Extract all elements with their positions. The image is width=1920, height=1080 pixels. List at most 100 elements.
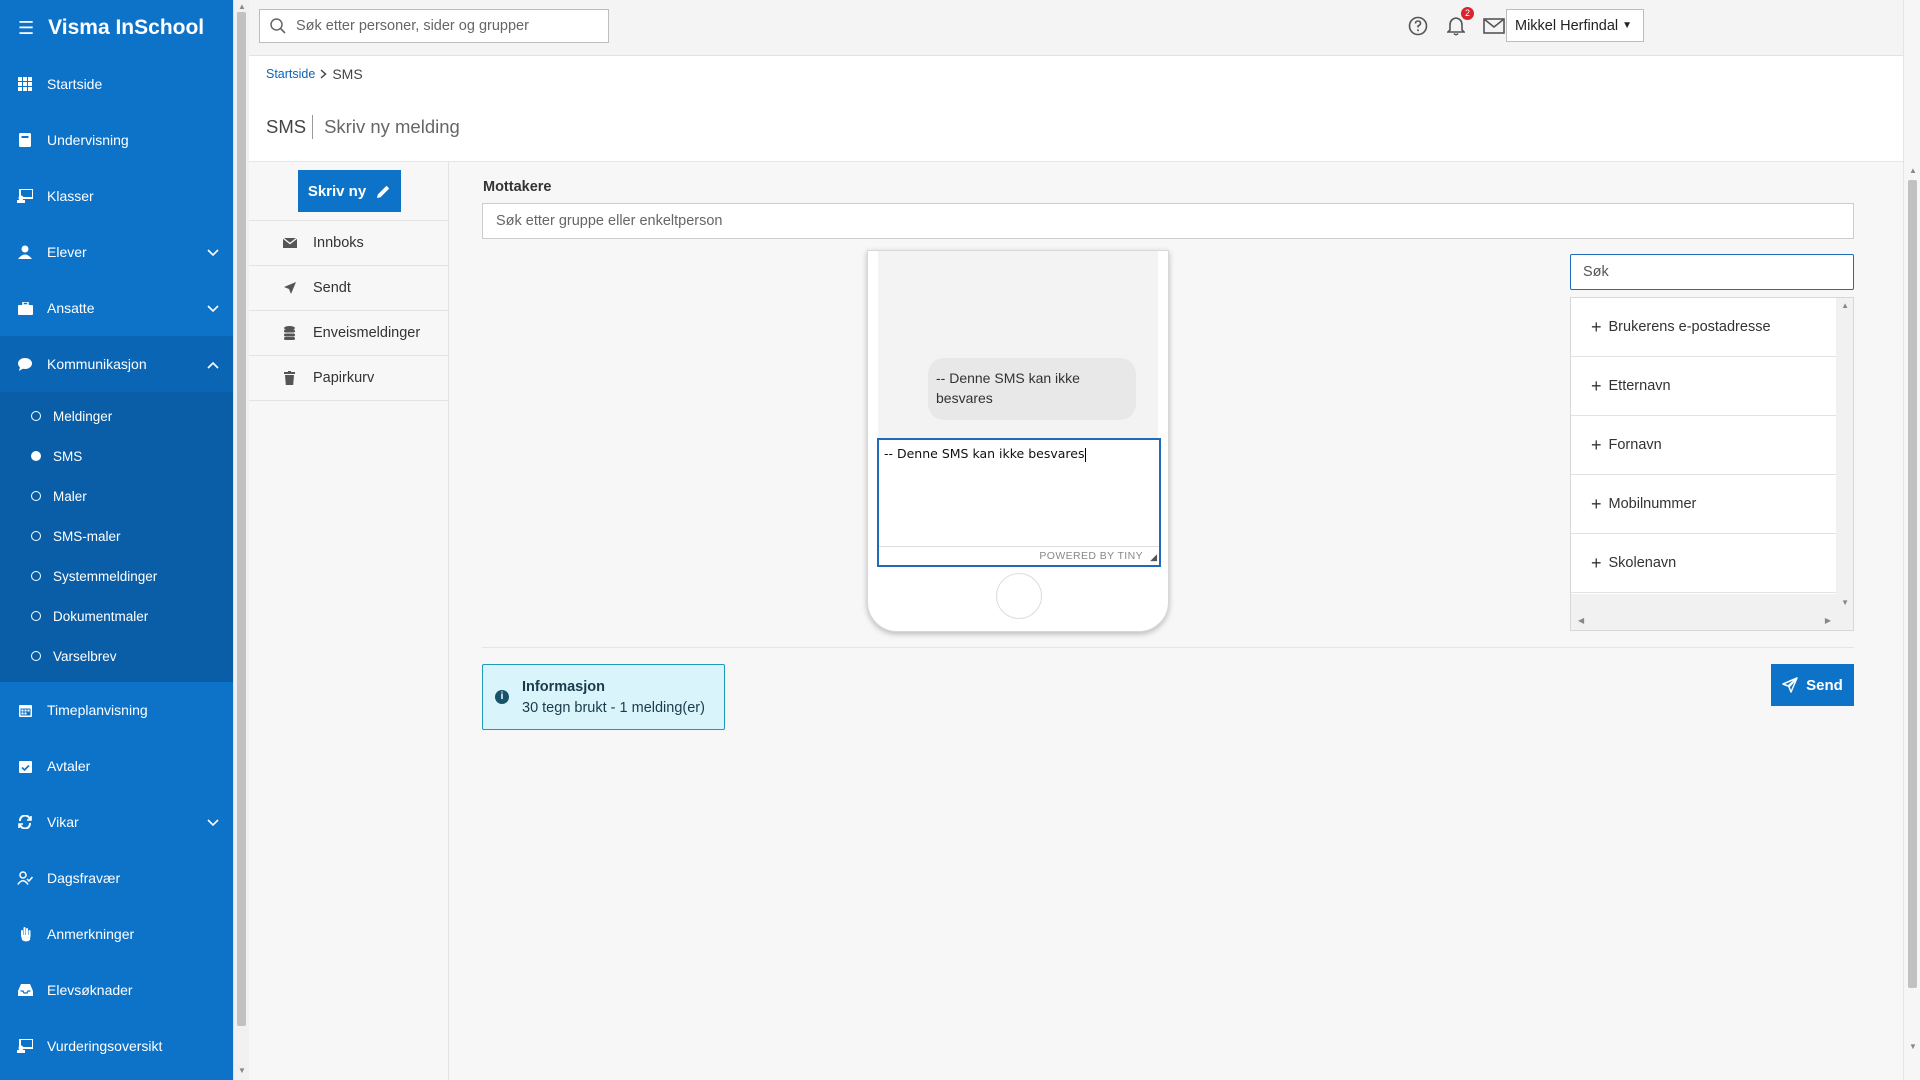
- sidebar-item-timeplanvisning[interactable]: Timeplanvisning: [0, 682, 233, 738]
- merge-field-label: Mobilnummer: [1608, 496, 1697, 512]
- menu-icon[interactable]: ☰: [18, 18, 34, 39]
- merge-field-item[interactable]: + Mobilnummer: [1571, 475, 1836, 534]
- submenu-item-sms-maler[interactable]: SMS-maler: [0, 516, 233, 556]
- chevron-right-icon: [320, 69, 327, 79]
- sidebar-item-label: Vikar: [47, 814, 79, 830]
- submenu-item-sms[interactable]: SMS: [0, 436, 233, 476]
- submenu-item-label: Systemmeldinger: [53, 568, 158, 584]
- help-icon[interactable]: [1407, 15, 1429, 37]
- notification-count-badge: 2: [1460, 7, 1474, 20]
- radio-dot-icon: [31, 571, 41, 581]
- folder-papirkurv[interactable]: Papirkurv: [249, 356, 449, 401]
- page-title: SMS Skriv ny melding: [266, 115, 460, 139]
- search-icon: [270, 18, 286, 34]
- brand[interactable]: ☰ Visma InSchool: [0, 0, 233, 56]
- scroll-down-arrow-icon[interactable]: ▼: [1909, 1042, 1917, 1051]
- chat-bubble-icon: [17, 356, 33, 372]
- sidebar-item-vurderingsoversikt[interactable]: Vurderingsoversikt: [0, 1018, 233, 1074]
- scroll-down-arrow-icon[interactable]: ▼: [238, 1066, 246, 1075]
- sidebar-item-elevsoknader[interactable]: Elevsøknader: [0, 962, 233, 1018]
- sidebar-item-label: Ansatte: [47, 300, 95, 316]
- scroll-up-arrow-icon[interactable]: ▲: [1909, 166, 1917, 175]
- merge-field-items: + Brukerens e-postadresse + Etternavn + For…: [1571, 298, 1836, 594]
- scroll-right-arrow-icon[interactable]: ▶: [1825, 616, 1831, 625]
- title-divider: [312, 115, 314, 139]
- global-search-input[interactable]: Søk etter personer, sider og grupper: [259, 9, 609, 43]
- scroll-left-arrow-icon[interactable]: ◀: [1578, 616, 1584, 625]
- merge-field-item[interactable]: + Skolenavn: [1571, 534, 1836, 593]
- mail-icon[interactable]: [1483, 15, 1505, 37]
- write-new-label: Skriv ny: [307, 182, 367, 200]
- sidebar-scroll-thumb[interactable]: [237, 12, 246, 1026]
- sidebar-item-label: Elevsøknader: [47, 982, 133, 998]
- plus-icon: +: [1591, 375, 1602, 396]
- plus-icon: +: [1591, 493, 1602, 514]
- merge-list-horizontal-scrollbar[interactable]: ◀ ▶: [1571, 614, 1853, 630]
- notifications-bell-icon[interactable]: 2: [1445, 7, 1474, 37]
- info-text: 30 tegn brukt - 1 melding(er): [522, 700, 705, 716]
- submenu-item-maler[interactable]: Maler: [0, 476, 233, 516]
- breadcrumb-home-link[interactable]: Startside: [266, 67, 315, 81]
- merge-field-search-input[interactable]: Søk: [1570, 254, 1854, 290]
- sidebar-item-startside[interactable]: Startside: [0, 56, 233, 112]
- chevron-up-icon: [207, 356, 219, 372]
- sidebar-item-anmerkninger[interactable]: Anmerkninger: [0, 906, 233, 962]
- phone-home-button: [996, 573, 1042, 619]
- merge-field-label: Etternavn: [1608, 378, 1671, 394]
- scroll-down-arrow-icon[interactable]: ▼: [1841, 598, 1849, 607]
- folder-label: Papirkurv: [313, 370, 375, 386]
- sidebar-item-elever[interactable]: Elever: [0, 224, 233, 280]
- submenu-item-meldinger[interactable]: Meldinger: [0, 396, 233, 436]
- sms-text-editor[interactable]: -- Denne SMS kan ikke besvares POWERED B…: [877, 438, 1161, 567]
- merge-field-search-placeholder: Søk: [1583, 264, 1609, 280]
- merge-field-label: Fornavn: [1608, 437, 1662, 453]
- sidebar-item-klasser[interactable]: Klasser: [0, 168, 233, 224]
- merge-field-label: Skolenavn: [1608, 555, 1677, 571]
- sidebar-item-vikar[interactable]: Vikar: [0, 794, 233, 850]
- main-scroll-thumb[interactable]: [1908, 180, 1917, 988]
- plus-icon: +: [1591, 552, 1602, 573]
- sidebar-item-label: Dagsfravær: [47, 870, 121, 886]
- message-folder-nav: Skriv ny Innboks Sendt Enveismeldinger P…: [249, 162, 449, 1080]
- write-new-button[interactable]: Skriv ny: [298, 170, 401, 212]
- classroom-icon: [17, 188, 33, 204]
- resize-handle-icon[interactable]: ◢: [1150, 552, 1157, 563]
- submenu-item-dokumentmaler[interactable]: Dokumentmaler: [0, 596, 233, 636]
- sidebar-item-avtaler[interactable]: Avtaler: [0, 738, 233, 794]
- recipients-placeholder: Søk etter gruppe eller enkeltperson: [496, 213, 723, 229]
- calendar-check-icon: [17, 758, 33, 774]
- swap-icon: [17, 814, 33, 830]
- sms-editor-content[interactable]: -- Denne SMS kan ikke besvares: [884, 446, 1086, 462]
- merge-field-list: + Brukerens e-postadresse + Etternavn + For…: [1570, 297, 1854, 631]
- form-divider: [482, 647, 1854, 648]
- recipients-input[interactable]: Søk etter gruppe eller enkeltperson: [482, 203, 1854, 239]
- radio-dot-filled-icon: [31, 451, 41, 461]
- submenu-item-varselbrev[interactable]: Varselbrev: [0, 636, 233, 676]
- pencil-icon: [377, 185, 390, 198]
- main-scrollbar[interactable]: ▲ ▼: [1903, 0, 1920, 1080]
- caret-down-icon: ▼: [1622, 20, 1633, 31]
- user-menu-dropdown[interactable]: Mikkel Herfindal ▼: [1506, 9, 1644, 42]
- folder-label: Enveismeldinger: [313, 325, 421, 341]
- merge-field-item[interactable]: + Brukerens e-postadresse: [1571, 298, 1836, 357]
- send-button[interactable]: Send: [1771, 664, 1854, 706]
- sidebar-item-undervisning[interactable]: Undervisning: [0, 112, 233, 168]
- merge-field-item[interactable]: + Fornavn: [1571, 416, 1836, 475]
- folder-innboks[interactable]: Innboks: [249, 221, 449, 266]
- sidebar-item-ansatte[interactable]: Ansatte: [0, 280, 233, 336]
- merge-field-item[interactable]: + Etternavn: [1571, 357, 1836, 416]
- chevron-down-icon: [207, 244, 219, 260]
- app-title: Visma InSchool: [48, 16, 205, 39]
- scroll-up-arrow-icon[interactable]: ▲: [238, 2, 246, 11]
- folder-sendt[interactable]: Sendt: [249, 266, 449, 311]
- submenu-item-label: Varselbrev: [53, 648, 117, 664]
- folder-enveismeldinger[interactable]: Enveismeldinger: [249, 311, 449, 356]
- sidebar-item-dagsfravaer[interactable]: Dagsfravær: [0, 850, 233, 906]
- submenu-item-systemmeldinger[interactable]: Systemmeldinger: [0, 556, 233, 596]
- powered-by-label[interactable]: POWERED BY TINY: [1039, 550, 1143, 562]
- calendar-icon: [17, 702, 33, 718]
- sidebar-item-kommunikasjon[interactable]: Kommunikasjon: [0, 336, 233, 392]
- scroll-up-arrow-icon[interactable]: ▲: [1841, 301, 1849, 310]
- sidebar-scrollbar[interactable]: ▲ ▼: [233, 0, 249, 1080]
- book-icon: [17, 132, 33, 148]
